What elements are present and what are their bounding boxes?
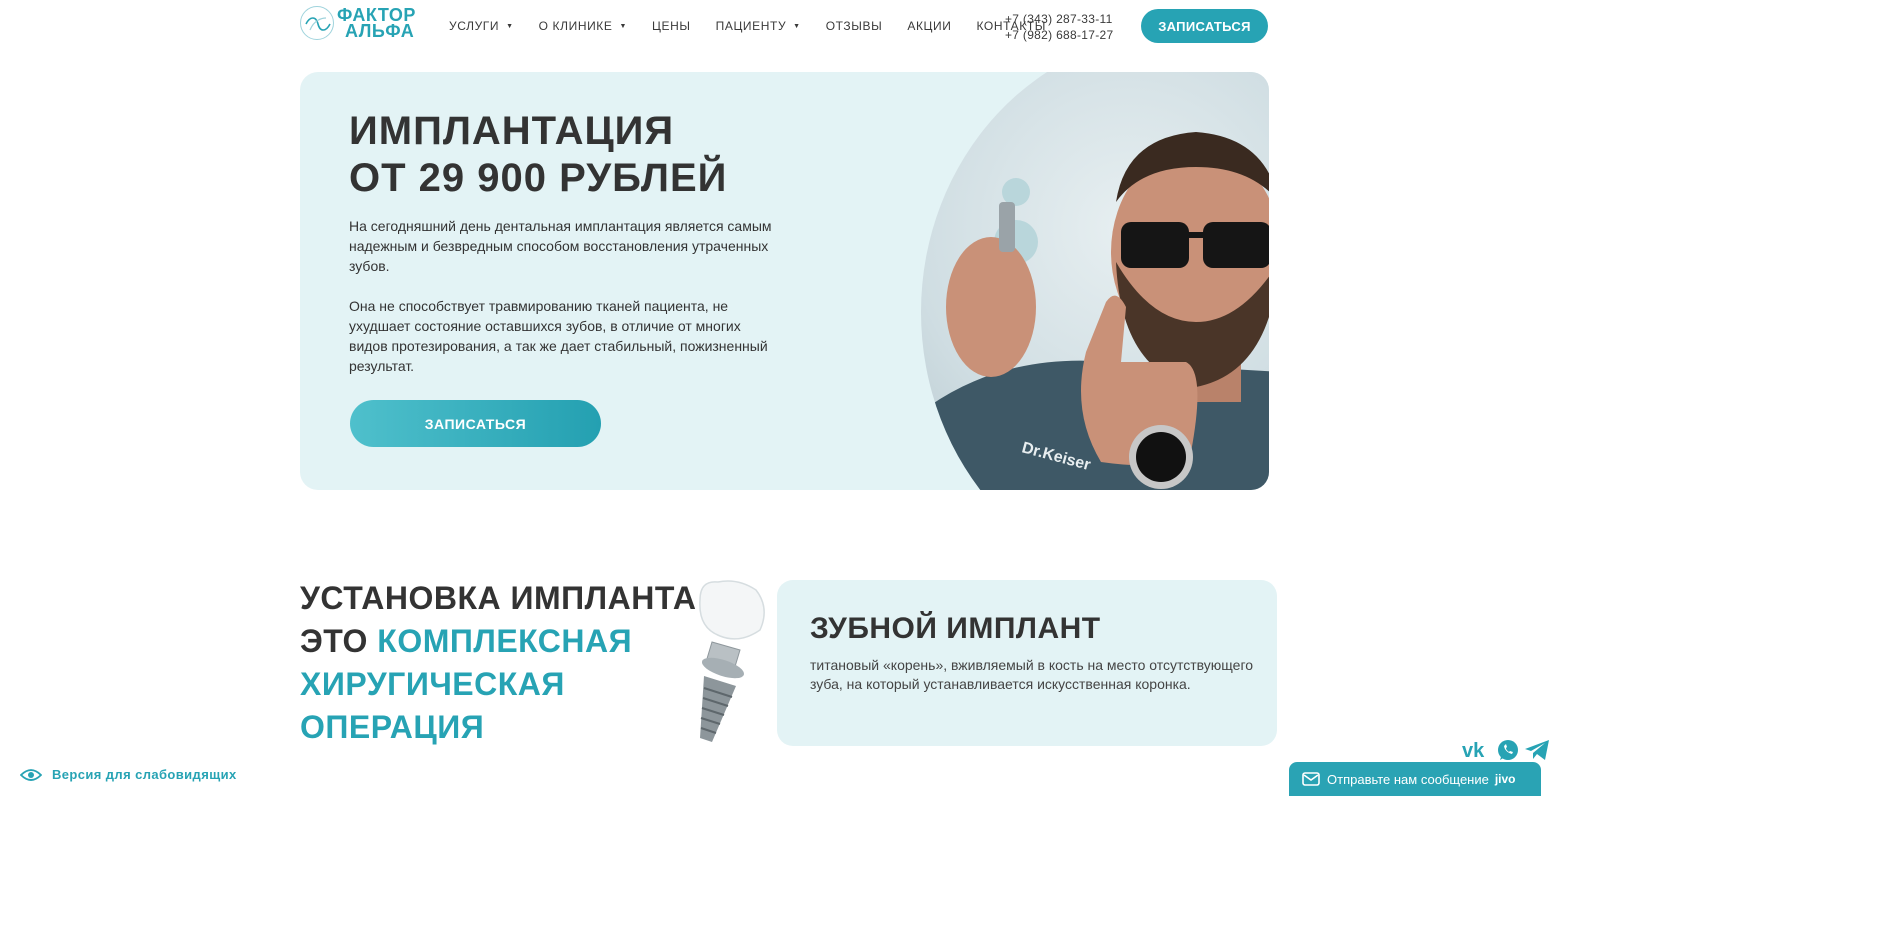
nav-item-promotions[interactable]: АКЦИИ — [907, 19, 951, 33]
chevron-down-icon: ▼ — [793, 22, 801, 30]
telegram-icon[interactable] — [1524, 738, 1550, 762]
nav-item-patient[interactable]: ПАЦИЕНТУ ▼ — [716, 19, 801, 33]
svg-text:vk: vk — [1462, 740, 1485, 761]
info-card-text: титановый «корень», вживляемый в кость н… — [810, 657, 1254, 692]
section-title-accent-1: КОМПЛЕКСНАЯ — [377, 623, 633, 659]
nav-label-prices: ЦЕНЫ — [652, 19, 691, 33]
header-signup-button[interactable]: ЗАПИСАТЬСЯ — [1141, 9, 1268, 43]
nav-label-patient: ПАЦИЕНТУ — [715, 19, 787, 33]
hero-paragraph-1: На сегодняшний день дентальная имплантац… — [349, 218, 772, 274]
phone-link-1[interactable]: +7 (343) 287-33-11 — [1005, 11, 1113, 27]
main-nav: УСЛУГИ ▼ О КЛИНИКЕ ▼ ЦЕНЫ ПАЦИЕНТУ ▼ ОТЗ… — [449, 19, 1071, 33]
logo-icon — [300, 6, 334, 40]
nav-item-services[interactable]: УСЛУГИ ▼ — [449, 19, 514, 33]
nav-label-about: О КЛИНИКЕ — [538, 19, 613, 33]
doctor-photo: Dr.Keiser — [921, 72, 1269, 490]
eye-icon — [20, 768, 42, 781]
hero-banner: ИМПЛАНТАЦИЯ ОТ 29 900 РУБЛЕЙ На сегодняш… — [300, 72, 1269, 490]
nav-label-promotions: АКЦИИ — [907, 19, 952, 33]
logo-line-2: АЛЬФА — [345, 21, 415, 41]
hero-title: ИМПЛАНТАЦИЯ ОТ 29 900 РУБЛЕЙ — [349, 108, 727, 202]
hero-description: На сегодняшний день дентальная имплантац… — [349, 216, 779, 376]
info-card-title: ЗУБНОЙ ИМПЛАНТ — [810, 612, 1101, 645]
accessibility-version-link[interactable]: Версия для слабовидящих — [20, 767, 237, 782]
nav-label-services: УСЛУГИ — [449, 19, 500, 33]
nav-label-reviews: ОТЗЫВЫ — [825, 19, 883, 33]
chat-widget[interactable]: Отправьте нам сообщение jivo — [1289, 762, 1541, 796]
implant-info-card: ЗУБНОЙ ИМПЛАНТ титановый «корень», вживл… — [777, 580, 1277, 746]
hero-title-line-2: ОТ 29 900 РУБЛЕЙ — [349, 156, 728, 200]
mail-icon — [1302, 772, 1320, 786]
whatsapp-icon[interactable] — [1496, 738, 1520, 762]
hero-paragraph-2: Она не способствует травмированию тканей… — [349, 298, 768, 374]
chevron-down-icon: ▼ — [506, 22, 514, 30]
implant-illustration — [660, 578, 770, 753]
logo[interactable]: ФАКТОР АЛЬФА — [300, 6, 416, 40]
chat-label: Отправьте нам сообщение — [1327, 771, 1489, 787]
hero-title-line-1: ИМПЛАНТАЦИЯ — [349, 109, 675, 153]
logo-text: ФАКТОР АЛЬФА — [337, 6, 416, 41]
section-title-plain: ЭТО — [300, 623, 378, 659]
hero-signup-button[interactable]: ЗАПИСАТЬСЯ — [350, 400, 601, 447]
nav-item-about[interactable]: О КЛИНИКЕ ▼ — [539, 19, 627, 33]
nav-item-prices[interactable]: ЦЕНЫ — [652, 19, 691, 33]
chevron-down-icon: ▼ — [619, 22, 628, 30]
chat-brand: jivo — [1494, 772, 1516, 786]
site-header: ФАКТОР АЛЬФА УСЛУГИ ▼ О КЛИНИКЕ ▼ ЦЕНЫ П… — [0, 0, 1563, 56]
accessibility-label: Версия для слабовидящих — [52, 767, 237, 782]
phone-link-2[interactable]: +7 (982) 688-17-27 — [1005, 27, 1113, 43]
vk-icon[interactable]: vk — [1462, 739, 1492, 761]
nav-item-reviews[interactable]: ОТЗЫВЫ — [826, 19, 883, 33]
social-links: vk — [1462, 738, 1554, 762]
phone-numbers: +7 (343) 287-33-11 +7 (982) 688-17-27 — [1005, 11, 1113, 43]
